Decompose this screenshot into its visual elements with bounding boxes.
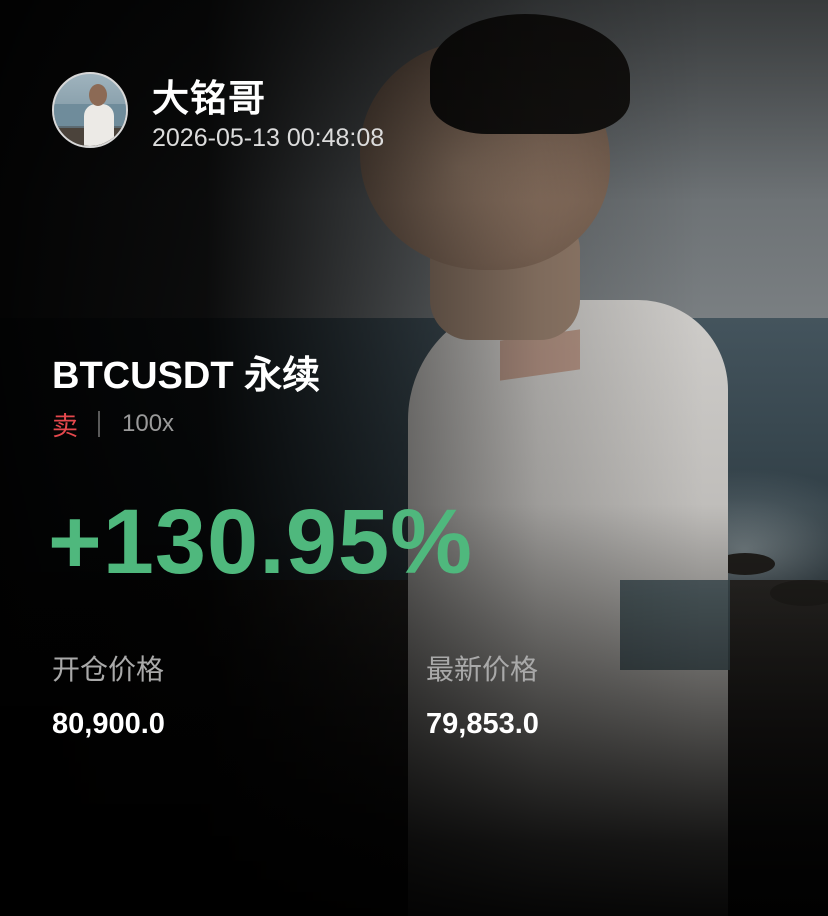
divider bbox=[98, 411, 101, 437]
entry-price-label: 开仓价格 bbox=[52, 654, 165, 685]
card-content: 大铭哥 2026-05-13 00:48:08 BTCUSDT 永续 卖 100… bbox=[0, 0, 828, 916]
side-label: 卖 bbox=[52, 410, 79, 441]
pnl-percent: +130.95% bbox=[48, 491, 473, 593]
last-price-label: 最新价格 bbox=[426, 654, 539, 685]
username: 大铭哥 bbox=[152, 78, 266, 119]
entry-price-block: 开仓价格 80,900.0 bbox=[52, 648, 165, 741]
contract-symbol: BTCUSDT 永续 bbox=[52, 355, 321, 397]
entry-price-value: 80,900.0 bbox=[52, 708, 165, 740]
share-card: 大铭哥 2026-05-13 00:48:08 BTCUSDT 永续 卖 100… bbox=[0, 0, 828, 916]
leverage-label: 100x bbox=[122, 410, 175, 437]
avatar-body bbox=[84, 104, 114, 146]
share-timestamp: 2026-05-13 00:48:08 bbox=[152, 124, 385, 152]
last-price-value: 79,853.0 bbox=[426, 708, 539, 740]
position-meta: 卖 100x bbox=[52, 406, 174, 442]
last-price-block: 最新价格 79,853.0 bbox=[426, 648, 539, 741]
avatar-head bbox=[89, 84, 107, 106]
user-avatar[interactable] bbox=[52, 72, 128, 148]
